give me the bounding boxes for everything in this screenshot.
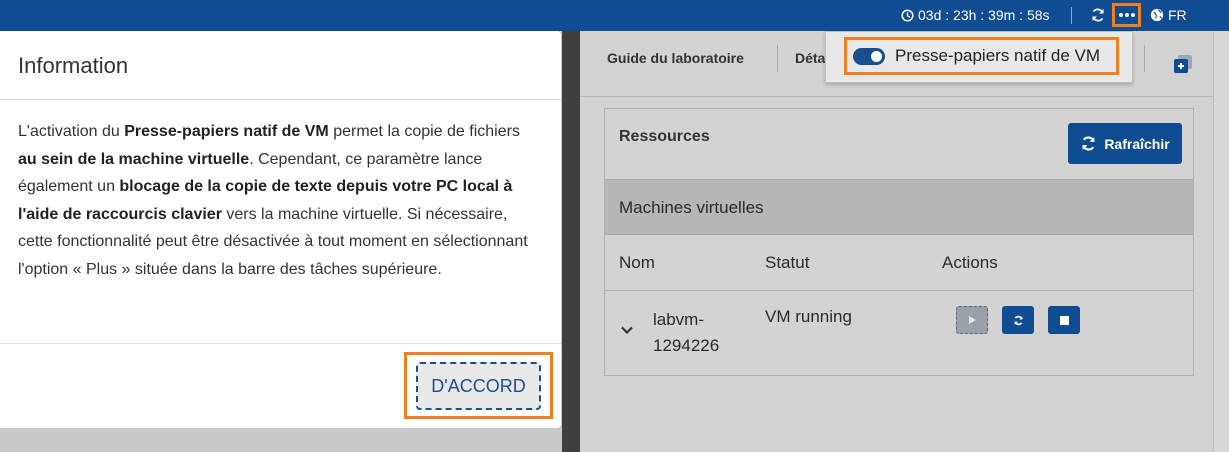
stop-icon (1059, 315, 1069, 325)
native-clipboard-option[interactable]: Presse-papiers natif de VM (844, 37, 1119, 75)
vm-status: VM running (765, 307, 852, 326)
body-text: L'activation du (18, 123, 125, 140)
play-icon (969, 316, 976, 324)
restart-vm-button[interactable] (1002, 306, 1034, 334)
panel-splitter[interactable] (562, 31, 580, 452)
refresh-button-label: Rafraîchir (1104, 135, 1170, 152)
vm-name: labvm- 1294226 (653, 307, 743, 359)
tab-divider (1144, 45, 1145, 72)
refresh-icon (1082, 136, 1096, 151)
refresh-icon (1013, 315, 1023, 325)
tab-details[interactable]: Détails (795, 50, 825, 66)
vm-name-line2: 1294226 (653, 336, 720, 355)
more-dropdown-menu: Presse-papiers natif de VM (825, 31, 1133, 83)
topbar-divider (1071, 7, 1072, 24)
vm-section-title: Machines virtuelles (619, 198, 764, 217)
resources-title: Ressources (619, 128, 710, 145)
globe-icon (1150, 8, 1164, 22)
refresh-icon[interactable] (1090, 6, 1106, 24)
more-icon (1118, 13, 1123, 17)
tab-divider (777, 45, 778, 72)
body-bold-text: au sein de la machine virtuelle (18, 150, 250, 168)
vm-name-line1: labvm- (653, 310, 705, 329)
dialog-footer-divider (0, 343, 561, 344)
session-timer: 03d : 23h : 39m : 58s (901, 7, 1050, 23)
column-header-actions: Actions (942, 253, 998, 272)
native-clipboard-toggle[interactable] (853, 47, 885, 65)
body-bold-text: Presse-papiers natif de VM (124, 123, 329, 140)
column-header-name: Nom (619, 253, 655, 272)
language-selector[interactable]: FR (1150, 7, 1187, 23)
start-vm-button[interactable] (956, 306, 988, 334)
dialog-body: L'activation du Presse-papiers natif de … (18, 118, 538, 283)
vm-section-header: Machines virtuelles (605, 179, 1193, 235)
table-divider (605, 290, 1193, 291)
native-clipboard-label: Presse-papiers natif de VM (895, 46, 1101, 65)
vertical-scrollbar[interactable] (1213, 31, 1229, 452)
clock-icon (901, 8, 914, 22)
timer-text: 03d : 23h : 39m : 58s (918, 7, 1050, 23)
ok-button[interactable]: D'ACCORD (416, 362, 541, 410)
top-bar: 03d : 23h : 39m : 58s FR (0, 0, 1229, 31)
refresh-button[interactable]: Rafraîchir (1068, 123, 1182, 164)
language-label: FR (1168, 7, 1187, 23)
ok-button-highlight: D'ACCORD (404, 352, 553, 419)
resources-card: Ressources Rafraîchir Machines virtuelle… (604, 108, 1194, 376)
dialog-title: Information (18, 53, 129, 78)
split-window-icon[interactable] (1172, 53, 1194, 75)
more-button[interactable] (1112, 3, 1141, 27)
information-dialog: Information L'activation du Presse-papie… (0, 31, 561, 428)
dialog-header-divider (0, 99, 561, 100)
stop-vm-button[interactable] (1048, 306, 1080, 334)
tab-lab-guide[interactable]: Guide du laboratoire (607, 50, 744, 66)
chevron-down-icon[interactable] (620, 323, 634, 337)
column-header-status: Statut (765, 253, 810, 272)
body-text: permet la copie de fichiers (328, 123, 520, 140)
